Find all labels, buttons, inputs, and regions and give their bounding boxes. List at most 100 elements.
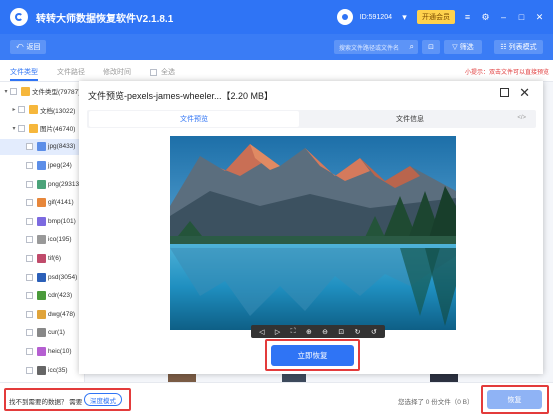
tree-checkbox[interactable] (26, 143, 33, 151)
settings-icon[interactable]: ⚙ (480, 12, 491, 23)
tif-file-icon (37, 253, 46, 263)
dropdown-icon[interactable]: ▾ (399, 12, 410, 23)
tab-modified-time[interactable]: 修改时间 (103, 67, 131, 77)
tree-item-label: 文档(13022) (40, 107, 76, 115)
tree-item[interactable]: jpg(8433) (0, 138, 85, 155)
select-all-label: 全选 (161, 69, 175, 76)
collapse-arrow-icon[interactable]: ▾ (10, 125, 18, 132)
thumbnail[interactable] (168, 374, 196, 382)
zoom-in-icon[interactable]: ⊕ (306, 328, 312, 336)
tree-item-label: 文件类型(79787) (32, 89, 81, 96)
tree-item-label: jpg(8433) (48, 143, 76, 151)
user-avatar[interactable] (336, 9, 353, 25)
tree-item-label: 图片(46740) (40, 126, 76, 134)
png-file-icon (37, 179, 46, 189)
tree-item-label: icc(35) (48, 366, 68, 374)
image-search-button[interactable]: ⊡ (422, 40, 440, 54)
app-logo-icon (10, 8, 28, 26)
tree-item-label: bmp(101) (48, 217, 76, 225)
expand-arrow-icon[interactable]: ▸ (10, 106, 18, 113)
dwg-file-icon (37, 309, 46, 319)
folder-icon (29, 123, 38, 133)
tab-file-path[interactable]: 文件路径 (57, 67, 85, 77)
tree-checkbox[interactable] (26, 329, 33, 337)
tree-item[interactable]: gif(4141) (0, 195, 85, 211)
tree-checkbox[interactable] (18, 124, 25, 132)
tree-checkbox[interactable] (26, 180, 33, 188)
select-all-checkbox[interactable] (150, 68, 157, 76)
next-icon[interactable]: ▷ (275, 328, 280, 336)
file-type-tree: ▾ 文件类型(79787) ▸ 文档(13022) ▾ 图片(46740) jpg(8433… (0, 82, 85, 394)
tree-checkbox[interactable] (26, 199, 33, 207)
search-input[interactable]: 搜索文件路径或文件名 ⌕ (334, 40, 418, 54)
tab-file-type[interactable]: 文件类型 (10, 67, 38, 77)
tree-item[interactable]: png(29313) (0, 176, 85, 192)
rotate-left-icon[interactable]: ↺ (371, 328, 377, 336)
tree-checkbox[interactable] (26, 217, 33, 225)
tree-checkbox[interactable] (26, 366, 33, 374)
tree-item[interactable]: bmp(101) (0, 213, 85, 229)
filter-tabs: 文件类型 文件路径 修改时间 全选 小提示：双击文件可以直接预览 (0, 60, 553, 82)
back-button[interactable]: ⤺ 返回 (10, 40, 47, 54)
tree-checkbox[interactable] (26, 161, 33, 169)
filter-button[interactable]: ▽ 筛选 (444, 40, 482, 54)
prev-icon[interactable]: ◁ (259, 328, 264, 336)
maximize-icon[interactable] (500, 88, 509, 97)
tree-item[interactable]: ▸ 文档(13022) (0, 102, 85, 118)
tree-item-label: tif(6) (48, 254, 61, 262)
zoom-out-icon[interactable]: ⊖ (322, 328, 328, 336)
ico-file-icon (37, 235, 46, 245)
file-preview-dialog: 文件预览-pexels-james-wheeler...【2.20 MB】 ✕ … (79, 81, 543, 374)
tab-file-info[interactable]: 文件信息 (317, 110, 503, 128)
close-icon[interactable]: ✕ (534, 12, 545, 23)
tab-file-preview[interactable]: 文件预览 (89, 111, 299, 127)
select-all[interactable]: 全选 (150, 67, 175, 77)
back-icon: ⤺ (16, 43, 24, 50)
tree-item[interactable]: ▾ 图片(46740) (0, 120, 85, 136)
close-icon[interactable]: ✕ (519, 85, 530, 101)
image-toolbar: ◁ ▷ ⛶ ⊕ ⊖ ⊡ ↻ ↺ (251, 325, 385, 338)
tree-checkbox[interactable] (26, 236, 33, 244)
tree-item-label: psd(3054) (48, 273, 78, 281)
minimize-icon[interactable]: – (498, 12, 509, 22)
collapse-arrow-icon[interactable]: ▾ (2, 88, 10, 95)
tree-item-label: dwg(478) (48, 310, 76, 318)
search-icon[interactable]: ⌕ (410, 42, 414, 52)
fit-icon[interactable]: ⊡ (338, 328, 344, 336)
tree-item[interactable]: ico(195) (0, 232, 85, 248)
thumbnail[interactable] (430, 374, 458, 382)
tree-item[interactable]: psd(3054) (0, 269, 85, 285)
tree-item-label: gif(4141) (48, 199, 74, 207)
tree-checkbox[interactable] (26, 310, 33, 318)
code-icon[interactable]: </> (517, 115, 526, 121)
tree-checkbox[interactable] (26, 292, 33, 300)
fullscreen-icon[interactable]: ⛶ (291, 328, 296, 336)
tree-checkbox[interactable] (26, 254, 33, 262)
highlight-box (4, 388, 131, 411)
tree-checkbox[interactable] (26, 273, 33, 281)
app-title: 转转大师数据恢复软件V2.1.8.1 (36, 13, 174, 25)
app-window: 转转大师数据恢复软件V2.1.8.1 ID:591204 ▾ 开通会员 ≡ ⚙ … (0, 0, 553, 415)
tree-item[interactable]: jpeg(24) (0, 157, 85, 173)
tree-item[interactable]: cur(1) (0, 325, 85, 341)
tree-item[interactable]: dwg(478) (0, 306, 85, 322)
user-id: ID:591204 (359, 13, 392, 21)
tree-item-label: ico(195) (48, 236, 72, 244)
rotate-icon[interactable]: ↻ (355, 328, 361, 336)
maximize-icon[interactable]: □ (516, 12, 527, 22)
folder-icon (21, 86, 30, 96)
tree-item[interactable]: cdr(423) (0, 288, 85, 304)
search-placeholder: 搜索文件路径或文件名 (339, 45, 400, 52)
thumbnail[interactable] (282, 374, 306, 382)
tree-checkbox[interactable] (18, 106, 25, 114)
tree-checkbox[interactable] (26, 347, 33, 355)
vip-button[interactable]: 开通会员 (417, 10, 455, 24)
tree-item-label: heic(10) (48, 347, 72, 355)
list-mode-button[interactable]: ☷ 列表模式 (494, 40, 543, 54)
menu-icon[interactable]: ≡ (462, 12, 473, 22)
tree-item[interactable]: heic(10) (0, 343, 85, 359)
tree-item[interactable]: icc(35) (0, 362, 85, 378)
tree-item[interactable]: tif(6) (0, 250, 85, 266)
tree-item[interactable]: ▾ 文件类型(79787) (0, 83, 85, 99)
tree-checkbox[interactable] (10, 87, 17, 95)
